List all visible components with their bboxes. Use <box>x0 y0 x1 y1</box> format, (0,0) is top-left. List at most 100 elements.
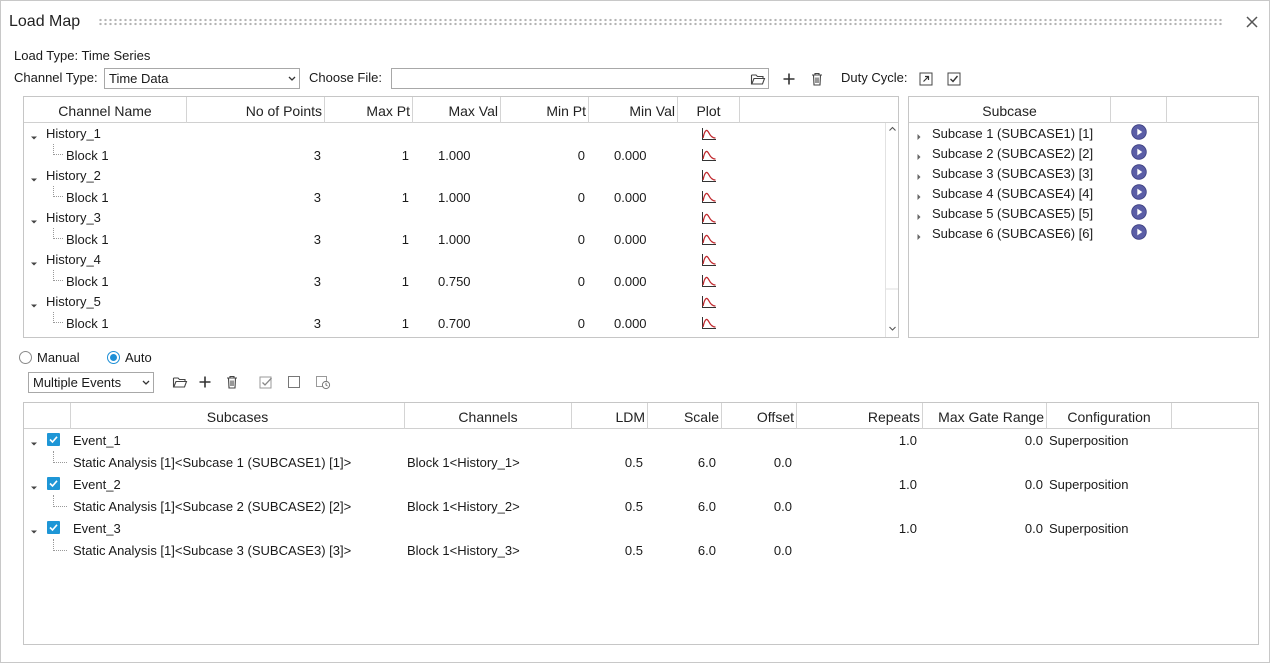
play-icon[interactable] <box>1131 204 1147 220</box>
expand-toggle-icon[interactable] <box>30 480 38 490</box>
plot-curve-icon[interactable] <box>701 211 717 225</box>
col-channel-name[interactable]: Channel Name <box>24 97 187 123</box>
expand-toggle-icon[interactable] <box>30 524 38 534</box>
expand-toggle-icon[interactable] <box>915 209 923 220</box>
col-subcases[interactable]: Subcases <box>71 403 405 429</box>
expand-toggle-icon[interactable] <box>915 229 923 240</box>
plot-curve-icon[interactable] <box>701 127 717 141</box>
table-row[interactable]: Static Analysis [1]<Subcase 3 (SUBCASE3)… <box>24 539 1258 561</box>
close-icon[interactable] <box>1244 14 1260 30</box>
expand-toggle-icon[interactable] <box>915 149 923 160</box>
uncheck-icon[interactable] <box>286 374 302 390</box>
play-icon[interactable] <box>1131 164 1147 180</box>
expand-toggle-icon[interactable] <box>915 189 923 200</box>
event-checkbox[interactable] <box>47 433 60 446</box>
channels-scrollbar[interactable] <box>885 123 898 337</box>
event-checkbox[interactable] <box>47 521 60 534</box>
col-plot[interactable]: Plot <box>678 97 740 123</box>
plot-curve-icon[interactable] <box>701 169 717 183</box>
table-row[interactable]: Block 1 3 1 0.700 0 0.000 <box>24 312 884 333</box>
max-val-value: 1.000 <box>438 232 471 247</box>
plot-curve-icon[interactable] <box>701 316 717 330</box>
title-bar[interactable]: Load Map <box>1 1 1269 45</box>
list-item[interactable]: Subcase 4 (SUBCASE4) [4] <box>909 183 1258 203</box>
manual-label[interactable]: Manual <box>37 350 80 365</box>
list-item[interactable]: Subcase 1 (SUBCASE1) [1] <box>909 123 1258 143</box>
manual-radio[interactable] <box>19 351 32 364</box>
plot-curve-icon[interactable] <box>701 190 717 204</box>
col-scale[interactable]: Scale <box>648 403 722 429</box>
table-row[interactable]: Block 1 3 1 0.750 0 0.000 <box>24 270 884 291</box>
table-row[interactable]: Event_3 1.0 0.0 Superposition <box>24 517 1258 539</box>
plus-icon[interactable] <box>781 71 797 87</box>
refresh-icon[interactable] <box>315 374 331 390</box>
list-item[interactable]: Subcase 3 (SUBCASE3) [3] <box>909 163 1258 183</box>
expand-toggle-icon[interactable] <box>30 298 38 308</box>
play-icon[interactable] <box>1131 144 1147 160</box>
table-row[interactable]: Block 1 3 1 1.000 0 0.000 <box>24 144 884 165</box>
col-min-pt[interactable]: Min Pt <box>501 97 589 123</box>
table-row[interactable]: Event_2 1.0 0.0 Superposition <box>24 473 1258 495</box>
expand-toggle-icon[interactable] <box>30 256 38 266</box>
table-row[interactable]: History_4 <box>24 249 884 270</box>
table-row[interactable]: Event_1 1.0 0.0 Superposition <box>24 429 1258 451</box>
col-configuration[interactable]: Configuration <box>1047 403 1172 429</box>
events-type-select[interactable]: Multiple Events <box>28 372 154 393</box>
export-icon[interactable] <box>918 71 934 87</box>
plot-curve-icon[interactable] <box>701 274 717 288</box>
table-row[interactable]: Static Analysis [1]<Subcase 2 (SUBCASE2)… <box>24 495 1258 517</box>
channel-type-value: Time Data <box>109 71 169 86</box>
table-row[interactable]: Block 1 3 1 1.000 0 0.000 <box>24 228 884 249</box>
folder-open-icon[interactable] <box>750 71 766 87</box>
trash-icon[interactable] <box>809 71 825 87</box>
expand-toggle-icon[interactable] <box>30 214 38 224</box>
table-row[interactable]: History_3 <box>24 207 884 228</box>
drag-grip[interactable] <box>98 18 1224 26</box>
expand-toggle-icon[interactable] <box>30 172 38 182</box>
subcase-panel: Subcase Subcase 1 (SUBCASE1) [1] Subcase … <box>908 96 1259 338</box>
load-map-dialog: Load Map Load Type: Time Series Channel … <box>0 0 1270 663</box>
checkbox-icon[interactable] <box>946 71 962 87</box>
list-item[interactable]: Subcase 6 (SUBCASE6) [6] <box>909 223 1258 243</box>
expand-toggle-icon[interactable] <box>915 169 923 180</box>
trash-icon[interactable] <box>224 374 240 390</box>
channel-type-select[interactable]: Time Data <box>104 68 300 89</box>
check-all-icon[interactable] <box>258 374 274 390</box>
table-row[interactable]: History_2 <box>24 165 884 186</box>
col-min-val[interactable]: Min Val <box>589 97 678 123</box>
list-item[interactable]: Subcase 5 (SUBCASE5) [5] <box>909 203 1258 223</box>
play-icon[interactable] <box>1131 124 1147 140</box>
col-channels[interactable]: Channels <box>405 403 572 429</box>
scale-value: 6.0 <box>697 499 716 514</box>
list-item[interactable]: Subcase 2 (SUBCASE2) [2] <box>909 143 1258 163</box>
event-checkbox[interactable] <box>47 477 60 490</box>
choose-file-input[interactable] <box>391 68 769 89</box>
plot-curve-icon[interactable] <box>701 148 717 162</box>
subcase-panel-header: Subcase <box>909 97 1258 123</box>
col-repeats[interactable]: Repeats <box>797 403 923 429</box>
table-row[interactable]: Block 1 3 1 1.000 0 0.000 <box>24 186 884 207</box>
col-offset[interactable]: Offset <box>722 403 797 429</box>
plot-curve-icon[interactable] <box>701 253 717 267</box>
col-subcase[interactable]: Subcase <box>909 97 1111 123</box>
col-max-pt[interactable]: Max Pt <box>325 97 413 123</box>
plot-curve-icon[interactable] <box>701 232 717 246</box>
plot-curve-icon[interactable] <box>701 295 717 309</box>
folder-open-icon[interactable] <box>172 374 188 390</box>
col-ldm[interactable]: LDM <box>572 403 648 429</box>
col-no-of-points[interactable]: No of Points <box>187 97 325 123</box>
ldm-value: 0.5 <box>624 543 643 558</box>
auto-radio[interactable] <box>107 351 120 364</box>
play-icon[interactable] <box>1131 184 1147 200</box>
plus-icon[interactable] <box>197 374 213 390</box>
expand-toggle-icon[interactable] <box>915 129 923 140</box>
table-row[interactable]: History_5 <box>24 291 884 312</box>
play-icon[interactable] <box>1131 224 1147 240</box>
col-max-gate-range[interactable]: Max Gate Range <box>923 403 1047 429</box>
table-row[interactable]: History_1 <box>24 123 884 144</box>
expand-toggle-icon[interactable] <box>30 130 38 140</box>
table-row[interactable]: Static Analysis [1]<Subcase 1 (SUBCASE1)… <box>24 451 1258 473</box>
col-max-val[interactable]: Max Val <box>413 97 501 123</box>
expand-toggle-icon[interactable] <box>30 436 38 446</box>
auto-label[interactable]: Auto <box>125 350 152 365</box>
